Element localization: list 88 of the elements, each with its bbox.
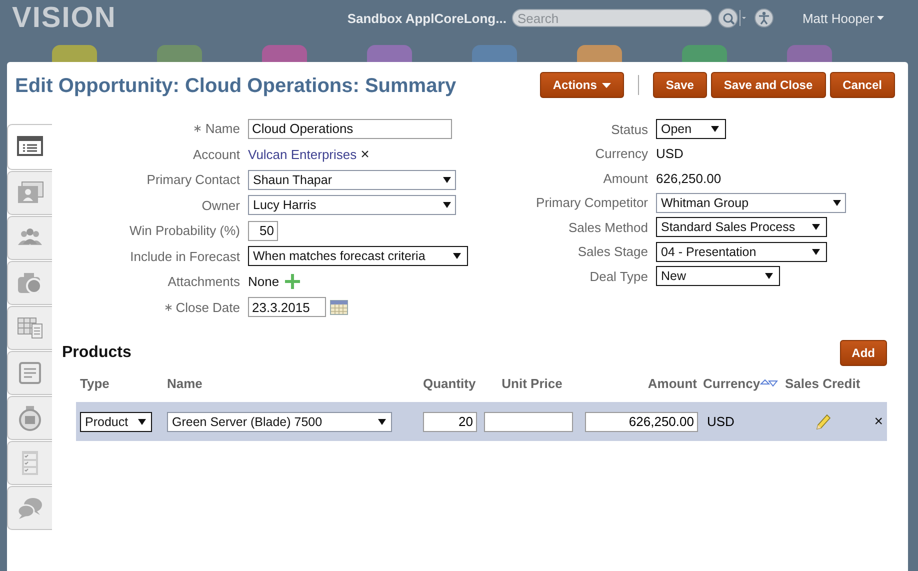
logo: VISION — [12, 2, 116, 34]
column-header: Currency — [703, 376, 760, 390]
dropdown-field[interactable]: Green Server (Blade) 7500 — [167, 412, 392, 432]
field-label: Owner — [202, 198, 240, 213]
caret-icon — [602, 82, 611, 88]
dropdown-icon[interactable] — [738, 8, 746, 28]
pencil-icon[interactable] — [815, 413, 832, 430]
field-label: Amount — [603, 170, 648, 186]
field-label: Primary Contact — [146, 172, 240, 188]
caret-icon — [378, 418, 386, 424]
column-header: Quantity — [423, 376, 476, 390]
dropdown-field[interactable]: When matches forecast criteria — [248, 246, 468, 266]
field-label: Currency — [595, 146, 648, 162]
app-icon[interactable] — [157, 45, 202, 62]
toolbar-button[interactable]: Cancel — [830, 72, 895, 98]
dropdown-field[interactable]: Standard Sales Process — [656, 217, 827, 238]
field-label: Win Probability (%) — [129, 223, 240, 238]
field-label: Status — [611, 122, 648, 137]
note-icon — [16, 359, 44, 387]
app-icon[interactable] — [472, 45, 517, 62]
input-field[interactable]: 50 — [248, 220, 278, 241]
dropdown-field[interactable]: Open — [656, 119, 726, 140]
timer-icon — [16, 404, 44, 432]
caret-icon — [711, 126, 719, 132]
input-field[interactable]: Cloud Operations — [248, 118, 452, 139]
search-icon — [722, 12, 735, 24]
dropdown-field[interactable]: Product — [80, 412, 152, 432]
sort-icon — [760, 379, 778, 387]
app-icon[interactable] — [367, 45, 412, 62]
amount-field[interactable]: 626,250.00 — [585, 412, 698, 432]
field-value: USD — [656, 146, 684, 162]
toolbar-button[interactable]: Actions — [540, 72, 624, 98]
required-icon — [194, 125, 202, 132]
required-icon — [164, 304, 172, 311]
field-label: Deal Type — [590, 268, 648, 284]
field-label: Name — [205, 121, 240, 136]
column-header: Amount — [648, 376, 697, 390]
column-header: Unit Price — [502, 376, 562, 390]
column-header: Sales Credit — [785, 376, 860, 390]
toolbar-button[interactable]: Save and Close — [710, 72, 826, 98]
field-value: 626,250.00 — [656, 170, 722, 186]
dropdown-field[interactable]: Shaun Thapar — [248, 170, 456, 190]
section-title: Products — [62, 344, 132, 362]
caret-icon — [138, 418, 146, 424]
field-label: Close Date — [176, 300, 240, 315]
unit-price-field[interactable] — [484, 412, 573, 432]
accessibility-icon[interactable] — [754, 8, 774, 28]
search-button[interactable] — [718, 8, 738, 28]
caret-icon — [833, 200, 841, 206]
user-menu[interactable]: Matt Hooper — [796, 10, 890, 26]
environment-name: Sandbox ApplCoreLong... — [347, 10, 506, 26]
add-icon[interactable] — [285, 274, 300, 290]
dropdown-field[interactable]: Lucy Harris — [248, 195, 456, 216]
page-title: Edit Opportunity: Cloud Operations: Summary — [15, 74, 458, 98]
caret-icon — [812, 224, 820, 230]
dropdown-field[interactable]: Whitman Group — [656, 192, 846, 213]
remove-button[interactable]: × — [360, 146, 370, 163]
caret-icon — [453, 253, 461, 260]
delete-button[interactable]: × — [874, 413, 883, 430]
toolbar-button[interactable]: Save — [652, 72, 707, 98]
side-tab[interactable] — [7, 124, 52, 170]
product-row[interactable]: Product Green Server (Blade) 7500 20 626,250.00 USD × — [76, 402, 887, 441]
search-field[interactable]: Search — [512, 9, 712, 27]
app-icon[interactable] — [52, 45, 97, 62]
calendar-icon[interactable] — [330, 298, 348, 316]
table-cell-text: USD — [706, 414, 736, 429]
field-value: None — [248, 274, 280, 290]
field-label: Primary Competitor — [536, 195, 648, 210]
dropdown-field[interactable]: New — [656, 266, 780, 286]
account-link[interactable]: Vulcan Enterprises — [248, 146, 357, 162]
caret-icon — [812, 248, 820, 255]
column-header: Name — [167, 376, 202, 390]
column-header: Type — [80, 376, 110, 390]
dropdown-field[interactable]: 04 - Presentation — [656, 242, 827, 262]
caret-icon — [765, 273, 773, 280]
caret-icon — [443, 202, 451, 208]
caret-icon — [877, 16, 884, 20]
field-label: Attachments — [168, 274, 240, 290]
app-icon[interactable] — [577, 45, 622, 62]
field-label: Sales Stage — [578, 244, 648, 260]
app-icon[interactable] — [682, 45, 727, 62]
field-label: Sales Method — [568, 220, 648, 235]
field-label: Account — [193, 146, 240, 162]
caret-icon — [443, 176, 451, 183]
add-button[interactable]: Add — [840, 340, 887, 366]
date-field[interactable]: 23.3.2015 — [248, 297, 326, 318]
quantity-field[interactable]: 20 — [423, 412, 477, 432]
field-label: Include in Forecast — [130, 248, 240, 264]
